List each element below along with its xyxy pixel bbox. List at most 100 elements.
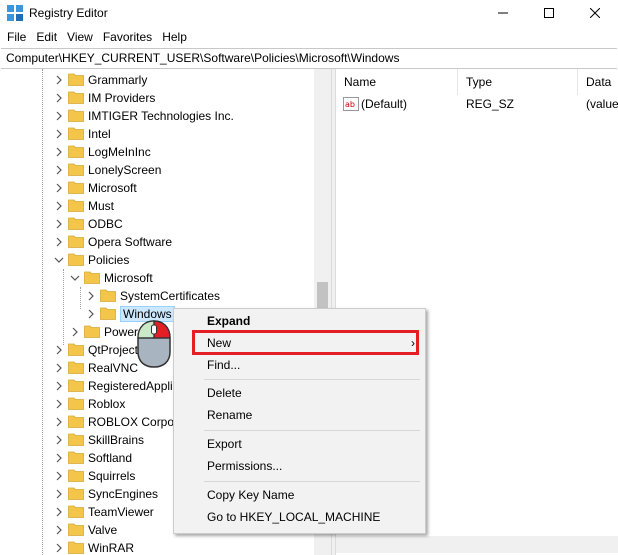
expand-menu-item[interactable]: Expand (174, 310, 425, 332)
chevron-right-icon[interactable] (52, 397, 66, 411)
folder-icon (68, 73, 84, 86)
maximize-button[interactable] (526, 0, 572, 26)
list-item[interactable]: ab (Default) REG_SZ (value (336, 96, 618, 114)
permissions-menu-item[interactable]: Permissions... (174, 455, 425, 477)
menu-edit[interactable]: Edit (31, 26, 62, 48)
folder-icon (68, 361, 84, 374)
folder-icon (68, 433, 84, 446)
chevron-right-icon[interactable] (52, 91, 66, 105)
find-menu-item[interactable]: Find... (174, 354, 425, 376)
tree-item[interactable]: Grammarly (0, 71, 330, 89)
tree-item[interactable]: IM Providers (0, 89, 330, 107)
chevron-right-icon[interactable] (52, 127, 66, 141)
folder-icon (68, 235, 84, 248)
tree-item[interactable]: Microsoft (0, 269, 330, 287)
folder-icon (84, 271, 100, 284)
tree-item[interactable]: WinRAR (0, 539, 330, 555)
tree-item-label: Policies (88, 253, 130, 267)
menu-item-label: Go to HKEY_LOCAL_MACHINE (207, 510, 381, 524)
tree-item[interactable]: ODBC (0, 215, 330, 233)
folder-icon (68, 451, 84, 464)
menu-item-label: Expand (207, 314, 251, 328)
export-menu-item[interactable]: Export (174, 433, 425, 455)
tree-item[interactable]: Intel (0, 125, 330, 143)
tree-item[interactable]: Opera Software (0, 233, 330, 251)
folder-icon (68, 523, 84, 536)
tree-item-label: RealVNC (88, 361, 139, 375)
tree-item-label: SystemCertificates (120, 289, 221, 303)
chevron-right-icon[interactable] (84, 307, 98, 321)
chevron-down-icon[interactable] (68, 271, 82, 285)
chevron-right-icon[interactable] (52, 541, 66, 555)
tree-item-label: LonelyScreen (88, 163, 162, 177)
chevron-right-icon[interactable] (52, 199, 66, 213)
tree-item-label: ROBLOX Corpo (88, 415, 175, 429)
go-to-hklm-menu-item[interactable]: Go to HKEY_LOCAL_MACHINE (174, 506, 425, 528)
column-name[interactable]: Name (336, 69, 458, 95)
folder-icon (68, 541, 84, 554)
chevron-right-icon[interactable] (52, 343, 66, 357)
folder-icon (84, 325, 100, 338)
chevron-right-icon[interactable] (52, 505, 66, 519)
menu-file[interactable]: File (2, 26, 31, 48)
tree-item[interactable]: SystemCertificates (0, 287, 330, 305)
chevron-right-icon[interactable] (52, 361, 66, 375)
tree-item[interactable]: Policies (0, 251, 330, 269)
list-horizontal-scrollbar[interactable] (336, 536, 618, 553)
rename-menu-item[interactable]: Rename (174, 404, 425, 426)
tree-item[interactable]: LonelyScreen (0, 161, 330, 179)
menu-view[interactable]: View (62, 26, 98, 48)
folder-icon (68, 343, 84, 356)
chevron-right-icon[interactable] (52, 433, 66, 447)
menu-favorites[interactable]: Favorites (98, 26, 157, 48)
chevron-right-icon[interactable] (52, 379, 66, 393)
folder-icon (68, 109, 84, 122)
tree-item-label: Roblox (88, 397, 126, 411)
folder-icon (68, 469, 84, 482)
new-highlight-box (192, 330, 419, 355)
menu-item-label: Permissions... (207, 459, 283, 473)
chevron-right-icon[interactable] (52, 217, 66, 231)
column-data[interactable]: Data (578, 69, 618, 95)
menu-help[interactable]: Help (157, 26, 192, 48)
folder-icon (100, 289, 116, 302)
chevron-right-icon[interactable] (68, 325, 82, 339)
tree-item[interactable]: IMTIGER Technologies Inc. (0, 107, 330, 125)
chevron-right-icon[interactable] (84, 289, 98, 303)
tree-item-label: Softland (88, 451, 133, 465)
column-type[interactable]: Type (458, 69, 578, 95)
folder-icon (68, 379, 84, 392)
tree-item[interactable]: Must (0, 197, 330, 215)
chevron-right-icon[interactable] (52, 469, 66, 483)
copy-key-name-menu-item[interactable]: Copy Key Name (174, 484, 425, 506)
menu-item-label: Find... (207, 358, 241, 372)
menu-separator (204, 481, 420, 482)
folder-icon (68, 397, 84, 410)
mouse-right-click-icon (137, 320, 171, 368)
tree-item-label: ODBC (88, 217, 123, 231)
chevron-right-icon[interactable] (52, 109, 66, 123)
tree-item-label: Power (104, 325, 139, 339)
tree-item-label: IMTIGER Technologies Inc. (88, 109, 234, 123)
chevron-right-icon[interactable] (52, 487, 66, 501)
chevron-right-icon[interactable] (52, 523, 66, 537)
delete-menu-item[interactable]: Delete (174, 382, 425, 404)
address-bar[interactable]: Computer\HKEY_CURRENT_USER\Software\Poli… (1, 48, 617, 69)
chevron-right-icon[interactable] (52, 415, 66, 429)
chevron-right-icon[interactable] (52, 451, 66, 465)
chevron-right-icon[interactable] (52, 163, 66, 177)
chevron-right-icon[interactable] (52, 235, 66, 249)
folder-icon (68, 91, 84, 104)
tree-item[interactable]: Microsoft (0, 179, 330, 197)
close-icon (590, 8, 600, 18)
tree-item-label: TeamViewer (88, 505, 154, 519)
window-title: Registry Editor (29, 6, 108, 20)
minimize-button[interactable] (480, 0, 526, 26)
tree-item-label: Must (88, 199, 115, 213)
chevron-right-icon[interactable] (52, 73, 66, 87)
tree-item[interactable]: LogMeInInc (0, 143, 330, 161)
close-button[interactable] (572, 0, 618, 26)
chevron-down-icon[interactable] (52, 253, 66, 267)
chevron-right-icon[interactable] (52, 145, 66, 159)
chevron-right-icon[interactable] (52, 181, 66, 195)
